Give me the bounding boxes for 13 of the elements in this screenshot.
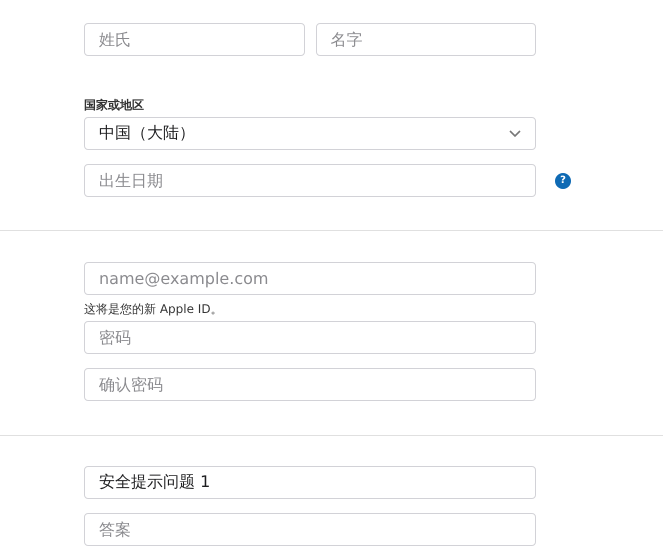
- birthday-field[interactable]: 出生日期: [84, 164, 536, 197]
- password-field[interactable]: 密码: [84, 321, 536, 354]
- chevron-icon: [509, 130, 521, 138]
- email-field[interactable]: name@example.com: [84, 262, 536, 295]
- region-select[interactable]: 中国（大陆）: [84, 117, 536, 150]
- password-field[interactable]: 确认密码: [84, 368, 536, 401]
- help-icon[interactable]: ?: [555, 172, 571, 188]
- name-field[interactable]: 姓氏: [84, 23, 304, 56]
- name-field[interactable]: 名字: [316, 23, 536, 56]
- region-label: 国家或地区: [84, 98, 145, 113]
- answer-field[interactable]: 答案: [84, 513, 536, 546]
- email-hint: 这将是您的新 Apple ID。: [84, 302, 224, 316]
- security-question-select[interactable]: 安全提示问题 1: [84, 466, 536, 499]
